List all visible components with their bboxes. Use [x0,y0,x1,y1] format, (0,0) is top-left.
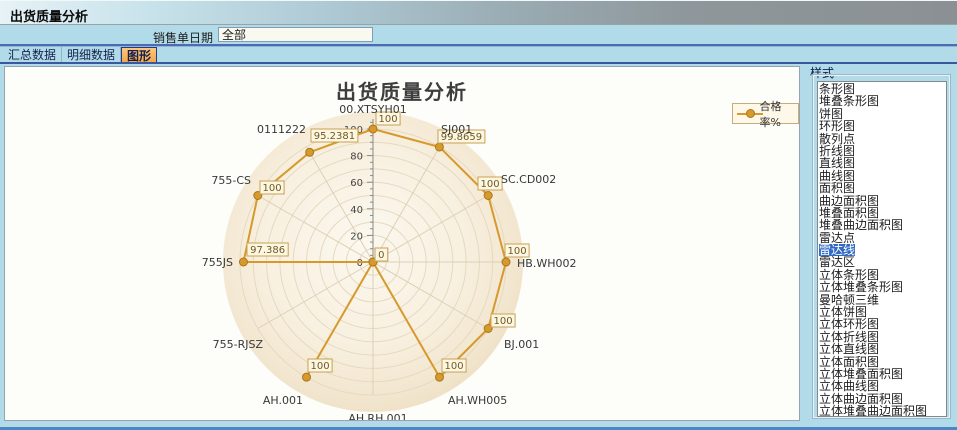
app-window: 出货质量分析 销售单日期 汇总数据明细数据图形 出货质量分析 020406080… [0,0,957,430]
style-listbox[interactable]: 条形图堆叠条形图饼图环形图散列点折线图直线图曲线图面积图曲边面积图堆叠面积图堆叠… [817,81,947,417]
style-option[interactable]: 面积图 [819,182,946,194]
chart-legend: 合格率% [732,103,799,124]
window-bottom-edge [0,421,957,430]
radar-category-label: 0111222 [257,123,306,136]
svg-text:100: 100 [508,246,527,257]
svg-text:100: 100 [263,183,282,194]
legend-label: 合格率% [759,98,792,130]
sales-date-input[interactable] [218,27,373,42]
svg-text:100: 100 [311,361,330,372]
style-option[interactable]: 立体堆叠曲边面积图 [819,405,946,417]
svg-text:100: 100 [445,361,464,372]
style-option[interactable]: 雷达区 [819,256,946,268]
page-title: 出货质量分析 [10,6,88,25]
radar-category-label: 755-CS [211,174,251,187]
radar-category-label: SJ001 [441,123,472,136]
radar-category-label: AH.001 [263,394,303,407]
radar-category-label: HB.WH002 [517,257,576,270]
style-option[interactable]: 立体直线图 [819,343,946,355]
svg-text:60: 60 [350,178,363,189]
svg-text:100: 100 [481,179,500,190]
svg-text:97.386: 97.386 [250,245,285,256]
radar-category-label: AH.RH.001 [348,412,407,420]
style-option[interactable]: 立体堆叠条形图 [819,281,946,293]
style-option[interactable]: 立体曲线图 [819,380,946,392]
radar-category-label: 755JS [202,256,233,269]
style-option[interactable]: 堆叠条形图 [819,95,946,107]
chart-panel: 出货质量分析 02040608010010099.865910010010010… [4,66,800,421]
window-title-bar: 出货质量分析 [0,0,957,25]
legend-line-dot-icon [737,109,756,118]
svg-text:95.2381: 95.2381 [314,131,355,142]
style-groupbox: 条形图堆叠条形图饼图环形图散列点折线图直线图曲线图面积图曲边面积图堆叠面积图堆叠… [812,74,951,419]
style-option[interactable]: 堆叠曲边面积图 [819,219,946,231]
style-option[interactable]: 立体环形图 [819,318,946,330]
tab-bar: 汇总数据明细数据图形 [0,44,957,64]
filter-bar: 销售单日期 [0,26,957,44]
radar-chart: 02040608010010099.8659100100100100010009… [5,67,799,420]
radar-category-label: 00.XTSYH01 [339,103,407,116]
svg-text:40: 40 [350,205,363,216]
radar-category-label: BJ.001 [504,338,539,351]
tab-graph[interactable]: 图形 [121,47,157,62]
radar-category-label: 755-RJSZ [213,338,264,351]
tab-detail-data[interactable]: 明细数据 [62,46,121,62]
svg-text:100: 100 [494,316,513,327]
svg-text:80: 80 [350,152,363,163]
svg-text:0: 0 [357,258,363,269]
svg-text:0: 0 [378,250,384,261]
radar-category-label: AH.WH005 [448,394,507,407]
radar-category-label: SC.CD002 [501,173,556,186]
style-option[interactable]: 直线图 [819,157,946,169]
svg-text:20: 20 [350,231,363,242]
tab-summary-data[interactable]: 汇总数据 [3,46,62,62]
style-option[interactable]: 环形图 [819,120,946,132]
